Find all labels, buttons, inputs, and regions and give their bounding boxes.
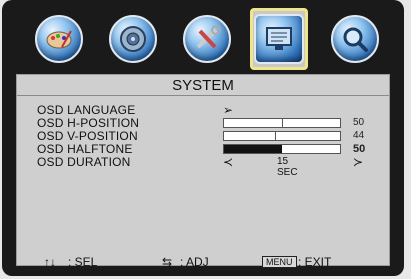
halftone-slider[interactable] xyxy=(223,144,341,154)
left-arrow-icon[interactable]: ≺ xyxy=(223,155,233,169)
osd-window: SYSTEM OSD LANGUAGE ➢ OSD H-POSITION 50 … xyxy=(2,0,404,276)
osd-halftone-label: OSD HALFTONE xyxy=(37,142,133,156)
tab-picture[interactable] xyxy=(32,12,86,66)
left-right-arrows-icon: ⇆ xyxy=(162,255,173,269)
duration-value: 15 SEC xyxy=(277,156,298,178)
osd-v-position-label: OSD V-POSITION xyxy=(37,129,138,143)
slider-fill xyxy=(224,145,282,153)
right-arrow-icon[interactable]: ➢ xyxy=(223,103,233,117)
tab-system[interactable] xyxy=(250,8,308,70)
monitor-icon xyxy=(254,14,304,64)
menu-icon-bar xyxy=(16,8,390,74)
halftone-value: 50 xyxy=(353,143,366,155)
tab-tools[interactable] xyxy=(180,12,234,66)
v-position-value: 44 xyxy=(353,130,365,141)
slider-fill xyxy=(224,119,283,127)
tab-information[interactable] xyxy=(328,12,382,66)
up-down-arrows-icon: ↑↓ xyxy=(44,255,56,269)
v-position-slider[interactable] xyxy=(223,131,341,141)
speaker-icon xyxy=(109,15,157,63)
tools-icon xyxy=(183,15,231,63)
tab-audio[interactable] xyxy=(106,12,160,66)
key-hint-bar: ↑↓ : SEL ⇆ : ADJ MENU : EXIT xyxy=(16,253,390,273)
palette-icon xyxy=(35,15,83,63)
osd-h-position-label: OSD H-POSITION xyxy=(37,116,140,130)
h-position-slider[interactable] xyxy=(223,118,341,128)
h-position-value: 50 xyxy=(353,117,365,128)
osd-language-label: OSD LANGUAGE xyxy=(37,103,136,117)
panel-title: SYSTEM xyxy=(172,77,234,94)
adjust-hint: : ADJ xyxy=(180,255,209,269)
exit-hint: : EXIT xyxy=(298,255,332,269)
menu-key-badge[interactable]: MENU xyxy=(262,256,297,268)
osd-duration-label: OSD DURATION xyxy=(37,155,131,169)
select-hint: : SEL xyxy=(68,255,98,269)
right-arrow-icon[interactable]: ≻ xyxy=(353,155,363,169)
magnifier-icon xyxy=(331,15,379,63)
slider-fill xyxy=(224,132,277,140)
system-panel: SYSTEM OSD LANGUAGE ➢ OSD H-POSITION 50 … xyxy=(16,74,390,266)
divider xyxy=(17,95,389,96)
